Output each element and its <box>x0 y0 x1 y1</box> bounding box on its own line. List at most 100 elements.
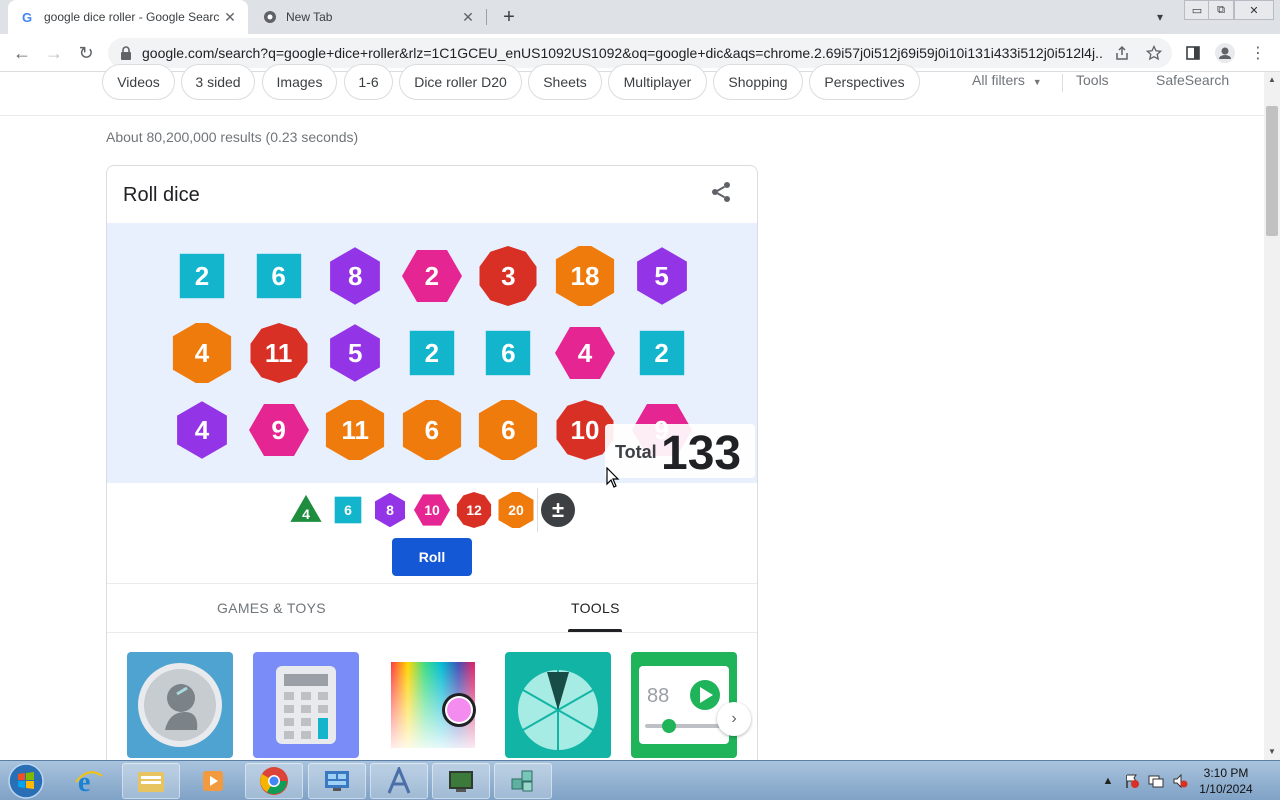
carousel-next-chevron-icon[interactable]: › <box>717 702 751 736</box>
color-picker-tool[interactable] <box>379 652 485 758</box>
share-page-icon[interactable] <box>1111 42 1133 64</box>
calculator-icon <box>276 666 336 744</box>
chrome-favicon-icon <box>262 9 278 25</box>
spinner-tool[interactable] <box>505 652 611 758</box>
close-window-button[interactable]: ✕ <box>1234 0 1274 20</box>
add-d10-button[interactable]: 10 <box>414 492 450 528</box>
timer-icon: 88 <box>639 666 729 744</box>
scrollbar-thumb[interactable] <box>1266 106 1278 236</box>
chip-sheets[interactable]: Sheets <box>528 64 602 100</box>
forward-arrow-icon[interactable]: → <box>42 41 66 65</box>
media-player-taskbar[interactable] <box>184 763 242 799</box>
reload-icon[interactable]: ↻ <box>74 41 98 65</box>
back-arrow-icon[interactable]: ← <box>10 41 34 65</box>
chip-multiplayer[interactable]: Multiplayer <box>608 64 707 100</box>
die-value: 6 <box>271 260 286 291</box>
tab-tools[interactable]: TOOLS <box>571 600 620 616</box>
die-value: 18 <box>570 260 600 291</box>
die-d8: 8 <box>325 246 385 306</box>
close-tab-icon[interactable]: ✕ <box>458 7 478 27</box>
chip-videos[interactable]: Videos <box>102 64 175 100</box>
side-panel-icon[interactable] <box>1182 42 1204 64</box>
roll-button[interactable]: Roll <box>392 538 472 576</box>
share-icon[interactable] <box>709 180 733 204</box>
add-d12-button[interactable]: 12 <box>456 492 492 528</box>
die-d10: 2 <box>401 246 462 306</box>
chip-images[interactable]: Images <box>262 64 337 100</box>
die-sides-label: 6 <box>344 502 352 518</box>
die-d6: 2 <box>172 246 232 306</box>
chip-3-sided[interactable]: 3 sided <box>181 64 255 100</box>
die-d6: 2 <box>402 323 462 383</box>
show-hidden-icons-icon[interactable]: ▲ <box>1100 773 1116 789</box>
die-d6: 6 <box>478 323 538 383</box>
scroll-down-arrow-icon[interactable]: ▼ <box>1264 744 1280 758</box>
bookmark-star-icon[interactable] <box>1143 42 1165 64</box>
close-tab-icon[interactable]: ✕ <box>220 7 240 27</box>
all-filters-dropdown[interactable]: All filters ▼ <box>972 72 1042 88</box>
terminal-taskbar[interactable] <box>432 763 490 799</box>
picker-divider <box>537 488 538 532</box>
windows-taskbar: e ▲ 3:10 PM 1/10/2024 <box>0 760 1280 800</box>
lock-icon[interactable] <box>120 46 134 60</box>
mouse-cursor-icon <box>606 467 620 488</box>
die-value: 6 <box>501 337 516 368</box>
cubes-icon <box>511 770 533 792</box>
font-app-icon <box>387 767 411 794</box>
calculator-tool[interactable] <box>253 652 359 758</box>
control-panel-taskbar[interactable] <box>308 763 366 799</box>
network-icon[interactable] <box>1148 773 1164 789</box>
die-value: 4 <box>194 414 210 445</box>
die-d8: 5 <box>632 246 692 306</box>
add-d4-button[interactable]: 4 <box>288 492 324 528</box>
svg-text:G: G <box>22 10 32 24</box>
chrome-icon <box>260 767 288 795</box>
die-value: 2 <box>424 260 440 291</box>
die-value: 9 <box>271 414 286 445</box>
die-value: 2 <box>654 337 669 368</box>
browser-menu-icon[interactable]: ⋮ <box>1247 42 1269 64</box>
minimize-button[interactable]: ▭ <box>1184 0 1210 20</box>
die-sides-label: 10 <box>424 502 440 518</box>
coin-flip-tool[interactable] <box>127 652 233 758</box>
tab-new-tab[interactable]: New Tab ✕ <box>250 0 486 34</box>
tools-link[interactable]: Tools <box>1076 72 1109 88</box>
die-d20: 6 <box>402 400 462 460</box>
chip-perspectives[interactable]: Perspectives <box>809 64 920 100</box>
die-value: 8 <box>347 260 363 291</box>
add-d6-button[interactable]: 6 <box>330 492 366 528</box>
chip-1-6[interactable]: 1-6 <box>344 64 393 100</box>
spinner-wheel-icon <box>518 670 598 750</box>
add-d8-button[interactable]: 8 <box>372 492 408 528</box>
page-scrollbar[interactable]: ▲ ▼ <box>1264 72 1280 760</box>
tab-search-chevron-icon[interactable]: ▾ <box>1150 8 1170 26</box>
app-taskbar-cubes[interactable] <box>494 763 552 799</box>
taskbar-clock[interactable]: 3:10 PM 1/10/2024 <box>1186 765 1266 797</box>
chrome-taskbar[interactable] <box>245 763 303 799</box>
start-button[interactable] <box>4 762 48 800</box>
card-title: Roll dice <box>123 184 200 206</box>
tab-title: google dice roller - Google Search <box>44 10 220 24</box>
chip-dice-roller-d20[interactable]: Dice roller D20 <box>399 64 522 100</box>
action-center-flag-icon[interactable] <box>1124 773 1140 789</box>
die-d8: 4 <box>172 400 232 460</box>
app-taskbar-a[interactable] <box>370 763 428 799</box>
safesearch-link[interactable]: SafeSearch <box>1156 72 1229 88</box>
card-tabs: GAMES & TOYS TOOLS <box>107 583 757 633</box>
tab-google-search[interactable]: G google dice roller - Google Search ✕ <box>8 0 248 34</box>
caret-down-icon: ▼ <box>1032 77 1042 87</box>
add-d20-button[interactable]: 20 <box>498 492 534 528</box>
file-explorer-taskbar[interactable] <box>122 763 180 799</box>
tab-games-toys[interactable]: GAMES & TOYS <box>217 600 326 616</box>
timer-tool[interactable]: 88 <box>631 652 737 758</box>
die-value: 2 <box>424 337 440 368</box>
die-d20: 4 <box>172 323 232 383</box>
profile-avatar-icon[interactable] <box>1214 42 1236 64</box>
internet-explorer-taskbar[interactable]: e <box>60 763 118 799</box>
chip-shopping[interactable]: Shopping <box>713 64 803 100</box>
scroll-up-arrow-icon[interactable]: ▲ <box>1264 72 1280 86</box>
restore-button[interactable]: ⧉ <box>1208 0 1234 20</box>
color-picker-icon <box>391 662 476 748</box>
new-tab-button[interactable]: + <box>498 6 520 28</box>
modifier-button[interactable]: ± <box>540 492 576 528</box>
